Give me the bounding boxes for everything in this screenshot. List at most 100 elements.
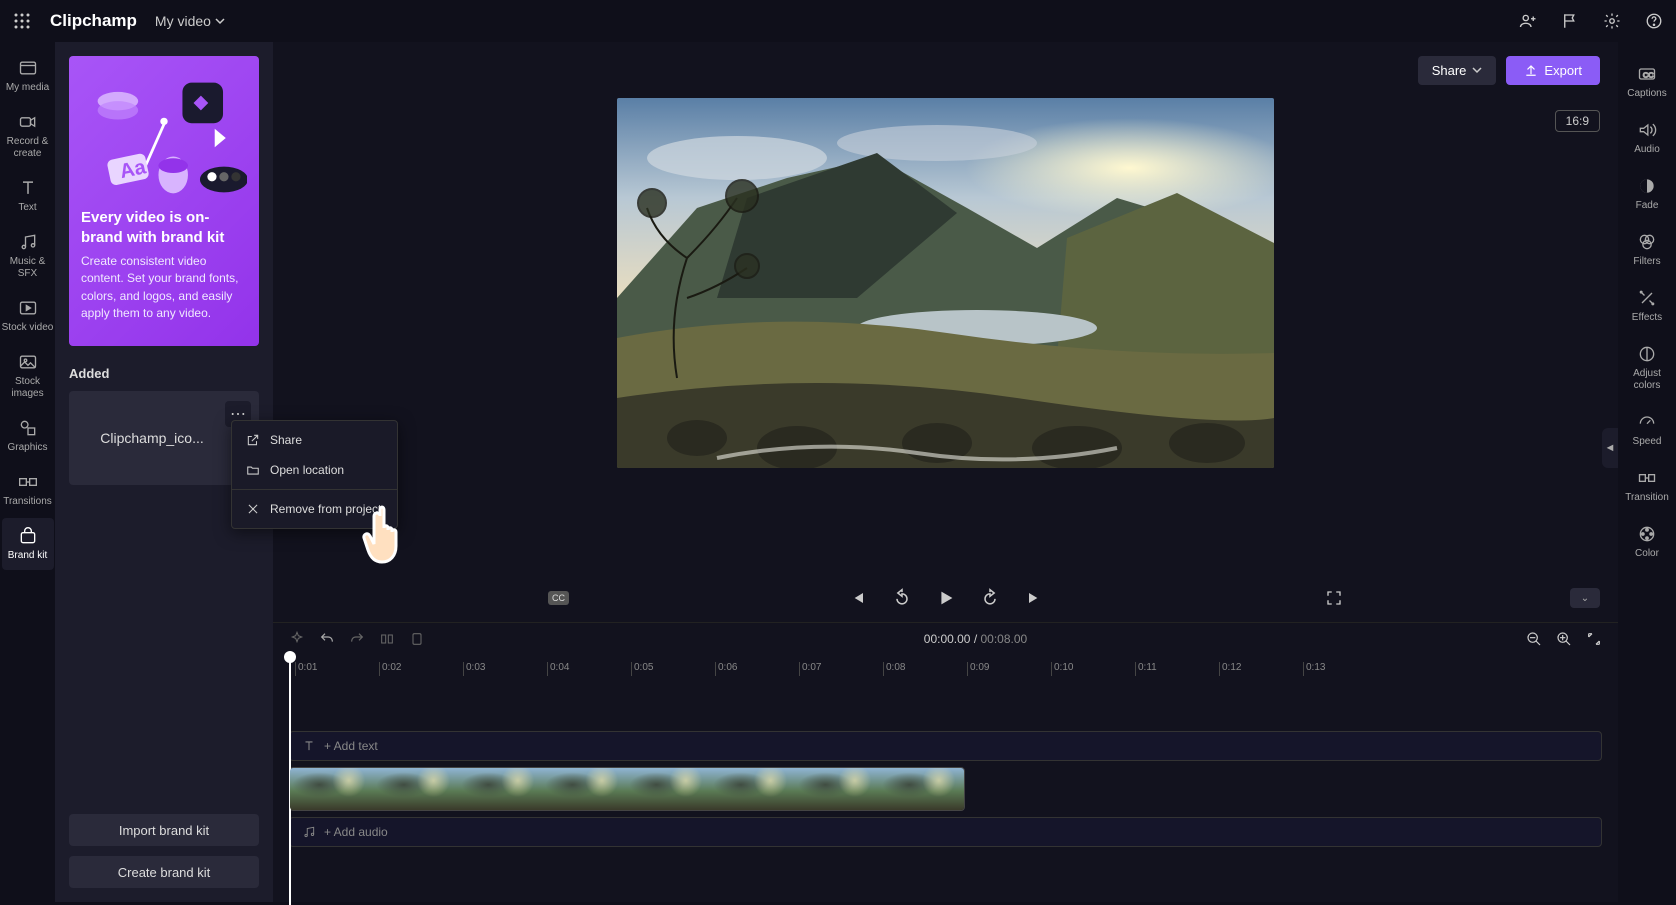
rr-effects[interactable]: Effects [1620, 280, 1674, 332]
rr-label: Audio [1634, 144, 1660, 155]
rail-graphics[interactable]: Graphics [2, 410, 54, 462]
promo-artwork: Aa [81, 68, 247, 208]
ctx-share[interactable]: Share [232, 425, 397, 455]
left-rail: My media Record & create Text Music & SF… [0, 42, 55, 902]
rr-label: Adjust colors [1633, 368, 1661, 391]
ruler-mark: 0:02 [379, 662, 463, 676]
ruler-mark: 0:09 [967, 662, 1051, 676]
top-bar: Clipchamp My video [0, 0, 1676, 42]
redo-icon[interactable] [349, 631, 365, 647]
settings-icon[interactable] [1602, 11, 1622, 31]
rail-label: Record & create [7, 136, 49, 159]
ruler-mark: 0:05 [631, 662, 715, 676]
flag-icon[interactable] [1560, 11, 1580, 31]
ruler-mark: 0:11 [1135, 662, 1219, 676]
rail-label: My media [6, 82, 49, 93]
app-name: Clipchamp [50, 11, 137, 31]
create-brand-kit-button[interactable]: Create brand kit [69, 856, 259, 888]
cursor-hand-icon [360, 500, 422, 570]
rail-stock-images[interactable]: Stock images [2, 344, 54, 408]
rr-filters[interactable]: Filters [1620, 224, 1674, 276]
rail-label: Stock video [2, 322, 54, 333]
ctx-open-location[interactable]: Open location [232, 455, 397, 485]
split-icon[interactable] [379, 631, 395, 647]
zoom-in-icon[interactable] [1556, 631, 1572, 647]
captions-toggle[interactable]: CC [548, 591, 569, 605]
rail-transitions[interactable]: Transitions [2, 464, 54, 516]
rr-label: Effects [1632, 312, 1662, 323]
app-launcher-icon[interactable] [12, 11, 32, 31]
ruler-mark: 0:07 [799, 662, 883, 676]
right-rail-collapse-button[interactable]: ◄ [1602, 428, 1618, 468]
rr-color[interactable]: Color [1620, 516, 1674, 568]
rail-brand-kit[interactable]: Brand kit [2, 518, 54, 570]
audio-track[interactable]: + Add audio [289, 817, 1602, 847]
upload-icon [1524, 63, 1538, 77]
skip-start-icon[interactable] [847, 587, 869, 609]
ruler-mark: 0:06 [715, 662, 799, 676]
add-audio-label: + Add audio [324, 825, 388, 839]
rail-record[interactable]: Record & create [2, 104, 54, 168]
export-button[interactable]: Export [1506, 56, 1600, 85]
aspect-ratio-button[interactable]: 16:9 [1555, 110, 1600, 132]
text-icon [302, 739, 316, 753]
rail-label: Stock images [11, 376, 43, 399]
fullscreen-icon[interactable] [1325, 589, 1343, 607]
rr-transition[interactable]: Transition [1620, 460, 1674, 512]
rail-label: Music & SFX [10, 256, 46, 279]
share-button[interactable]: Share [1418, 56, 1497, 85]
play-icon[interactable] [935, 587, 957, 609]
rr-fade[interactable]: Fade [1620, 168, 1674, 220]
playback-controls: CC [273, 574, 1618, 622]
rail-music[interactable]: Music & SFX [2, 224, 54, 288]
help-icon[interactable] [1644, 11, 1664, 31]
chevron-down-icon [1472, 65, 1482, 75]
share-label: Share [1432, 63, 1467, 78]
fit-icon[interactable] [1586, 631, 1602, 647]
import-brand-kit-button[interactable]: Import brand kit [69, 814, 259, 846]
rr-label: Color [1635, 548, 1659, 559]
rail-label: Text [18, 202, 36, 213]
music-icon [302, 825, 316, 839]
video-clip[interactable] [289, 767, 965, 811]
zoom-out-icon[interactable] [1526, 631, 1542, 647]
share-icon [246, 433, 260, 447]
ruler-mark: 0:10 [1051, 662, 1135, 676]
stage: Share Export 16:9 [273, 42, 1618, 902]
ctx-separator [232, 489, 397, 490]
timecode: 00:00.00 / 00:08.00 [924, 632, 1027, 646]
skip-end-icon[interactable] [1023, 587, 1045, 609]
close-icon [246, 502, 260, 516]
rewind-icon[interactable] [891, 587, 913, 609]
svg-text:CC: CC [1643, 70, 1654, 79]
rail-label: Graphics [7, 442, 47, 453]
forward-icon[interactable] [979, 587, 1001, 609]
ctx-label: Share [270, 433, 302, 447]
rr-speed[interactable]: Speed [1620, 404, 1674, 456]
export-label: Export [1544, 63, 1582, 78]
time-current: 00:00.00 [924, 632, 971, 646]
magic-icon[interactable] [289, 631, 305, 647]
invite-icon[interactable] [1518, 11, 1538, 31]
right-rail: CCCaptions Audio Fade Filters Effects Ad… [1618, 42, 1676, 902]
undo-icon[interactable] [319, 631, 335, 647]
rail-my-media[interactable]: My media [2, 50, 54, 102]
ruler-mark: 0:08 [883, 662, 967, 676]
folder-icon [246, 463, 260, 477]
video-track[interactable] [289, 767, 1602, 811]
rail-text[interactable]: Text [2, 170, 54, 222]
rr-captions[interactable]: CCCaptions [1620, 56, 1674, 108]
ruler-mark: 0:13 [1303, 662, 1387, 676]
ruler-mark: 0:01 [295, 662, 379, 676]
video-preview[interactable] [617, 98, 1274, 468]
timeline-collapse-button[interactable]: ⌄ [1570, 588, 1600, 608]
text-track[interactable]: + Add text [289, 731, 1602, 761]
rail-stock-video[interactable]: Stock video [2, 290, 54, 342]
ctx-label: Open location [270, 463, 344, 477]
project-name-dropdown[interactable]: My video [155, 13, 225, 29]
timeline-ruler[interactable]: 0:01 0:02 0:03 0:04 0:05 0:06 0:07 0:08 … [273, 655, 1618, 683]
rr-adjust-colors[interactable]: Adjust colors [1620, 336, 1674, 400]
crop-icon[interactable] [409, 631, 425, 647]
rr-audio[interactable]: Audio [1620, 112, 1674, 164]
promo-body: Create consistent video content. Set you… [81, 253, 247, 323]
